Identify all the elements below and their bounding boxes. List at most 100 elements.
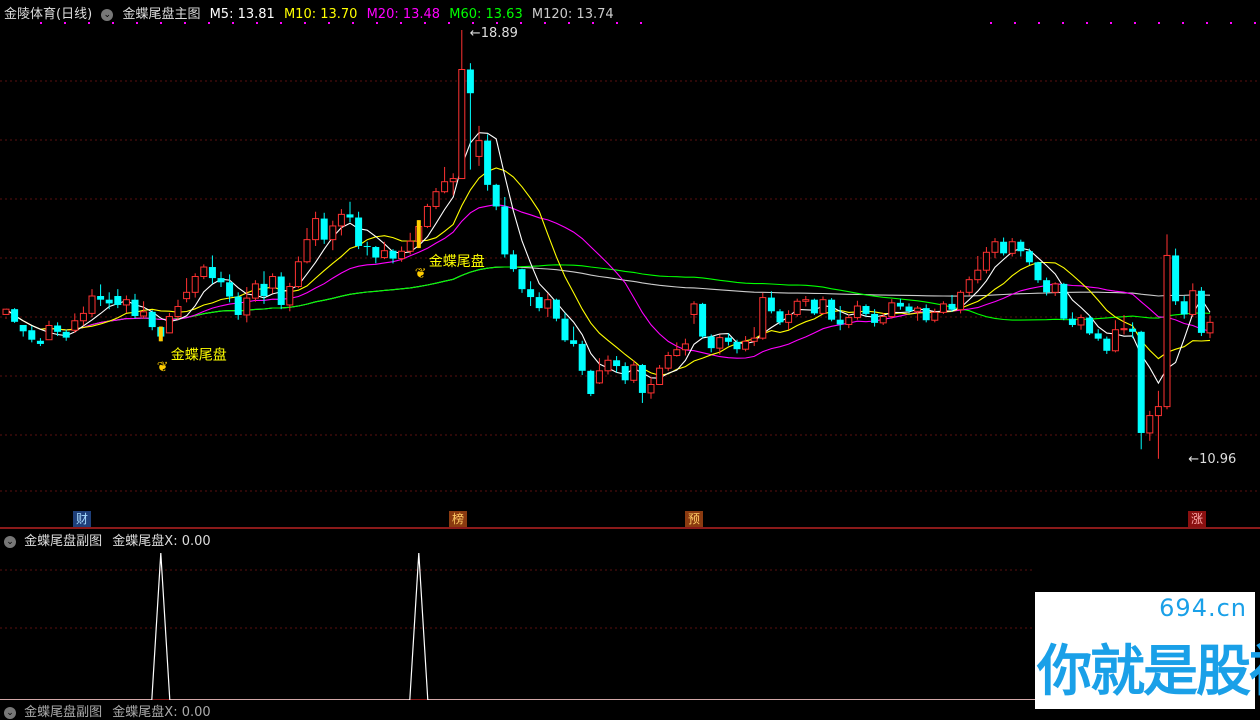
candle-body xyxy=(587,370,595,394)
candle-body xyxy=(1060,283,1068,319)
chevron-down-icon[interactable]: ⌄ xyxy=(4,706,16,719)
candle xyxy=(1163,234,1171,410)
signal-label: 金蝶尾盘 xyxy=(171,346,227,363)
candle xyxy=(45,320,53,341)
candle xyxy=(458,30,466,180)
event-marker-limit-up[interactable]: 涨 xyxy=(1188,511,1207,527)
candle xyxy=(707,334,715,353)
candle xyxy=(114,289,122,309)
high-label: ←18.89 xyxy=(470,26,518,41)
candle-body xyxy=(97,296,105,300)
candle xyxy=(742,336,750,352)
candle xyxy=(664,351,672,371)
candle xyxy=(939,301,947,314)
candle-body xyxy=(1086,317,1094,334)
top-mark xyxy=(1038,22,1040,24)
candle-body xyxy=(931,311,939,321)
candle-body xyxy=(62,331,70,338)
candle-body xyxy=(1051,283,1059,293)
candle-body xyxy=(767,297,775,312)
candle xyxy=(578,340,586,376)
candle xyxy=(441,166,449,194)
top-mark xyxy=(640,22,642,24)
event-marker-forecast[interactable]: 预 xyxy=(685,511,704,527)
candle xyxy=(810,298,818,315)
signal-line xyxy=(0,552,1035,700)
sub-title[interactable]: 金蝶尾盘副图 xyxy=(24,534,102,549)
candle-body xyxy=(1120,328,1128,331)
candle xyxy=(802,296,810,307)
candle-body xyxy=(509,254,517,270)
candle-body xyxy=(380,250,388,259)
candle xyxy=(11,308,19,323)
candle-body xyxy=(871,313,879,323)
candle xyxy=(544,293,552,318)
low-label: ←10.96 xyxy=(1188,452,1236,467)
candle xyxy=(466,63,474,170)
candle xyxy=(251,280,259,302)
top-mark xyxy=(112,22,114,24)
candle xyxy=(269,273,277,294)
candle-body xyxy=(690,303,698,315)
candle-body xyxy=(819,299,827,314)
candle xyxy=(965,276,973,296)
candle-body xyxy=(1103,338,1111,351)
candle-body xyxy=(2,308,10,315)
candle xyxy=(690,301,698,324)
top-mark xyxy=(1110,22,1112,24)
candle-body xyxy=(148,311,156,328)
candle-body xyxy=(320,218,328,240)
candle-body xyxy=(226,282,234,297)
candle-body xyxy=(406,240,414,252)
candle xyxy=(1146,410,1154,441)
candle-body xyxy=(269,276,277,289)
top-mark xyxy=(352,22,354,24)
candle xyxy=(613,356,621,373)
top-mark xyxy=(208,22,210,24)
sub-title-2[interactable]: 金蝶尾盘副图 xyxy=(24,705,102,720)
candle-body xyxy=(398,250,406,260)
candle-body xyxy=(54,325,62,332)
indicator-title[interactable]: 金蝶尾盘主图 xyxy=(122,7,200,22)
top-mark xyxy=(328,22,330,24)
candle xyxy=(1034,261,1042,283)
candle-body xyxy=(673,349,681,357)
candle-body xyxy=(982,251,990,271)
event-marker-ranking[interactable]: 榜 xyxy=(449,511,468,527)
candle xyxy=(1000,237,1008,256)
candle-body xyxy=(114,296,122,305)
pane-divider[interactable] xyxy=(0,527,1260,529)
candle-body xyxy=(19,324,27,332)
top-mark xyxy=(1014,22,1016,24)
top-marks xyxy=(40,22,1256,24)
candle-body xyxy=(372,247,380,258)
ma60-label: M60: 13.63 xyxy=(449,7,523,22)
candle-body xyxy=(329,225,337,241)
candle xyxy=(957,290,965,314)
candle xyxy=(183,278,191,303)
watermark-slogan: 你就是股神 xyxy=(1037,639,1260,703)
kline-chart[interactable]: 金蝶尾盘❦金蝶尾盘❦←18.89←10.96 xyxy=(0,22,1260,527)
candle xyxy=(329,220,337,251)
candle-body xyxy=(200,266,208,278)
candle-body xyxy=(561,318,569,341)
candle-body xyxy=(578,343,586,371)
event-marker-finance[interactable]: 财 xyxy=(73,511,92,527)
candle-body xyxy=(664,355,672,369)
chevron-down-icon[interactable]: ⌄ xyxy=(4,535,16,548)
stock-title[interactable]: 金陵体育(日线) xyxy=(4,7,92,22)
butterfly-icon: ❦ xyxy=(157,359,169,375)
candle xyxy=(79,306,87,326)
candle-body xyxy=(191,276,199,293)
candle-body xyxy=(552,299,560,319)
candle-body xyxy=(793,300,801,315)
candle-body xyxy=(294,261,302,288)
top-mark xyxy=(616,22,618,24)
candle-body xyxy=(140,311,148,317)
top-mark xyxy=(472,22,474,24)
candle-body xyxy=(389,250,397,259)
top-mark xyxy=(496,22,498,24)
candle xyxy=(71,313,79,333)
chevron-down-icon[interactable]: ⌄ xyxy=(101,8,114,21)
candle xyxy=(406,232,414,255)
